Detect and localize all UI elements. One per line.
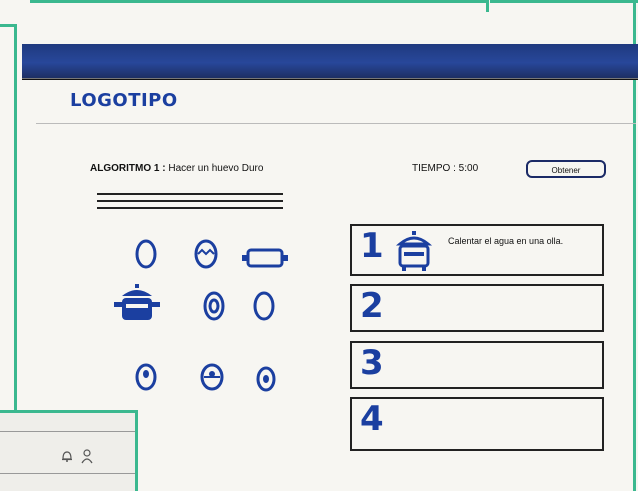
egg-icon[interactable] [132,237,160,269]
user-icon[interactable] [80,448,94,469]
algorithm-label: ALGORITMO 1 : [90,163,166,174]
step-number: 1 [360,226,384,266]
time-label: TIEMPO : 5:00 [412,163,479,174]
header-divider [22,78,638,79]
frame-top-right [490,0,638,3]
step-number: 4 [360,399,384,439]
step-box-4[interactable]: 4 [350,397,604,451]
egg-outline-icon[interactable] [250,290,278,322]
sausage-icon[interactable] [240,246,292,270]
frame-tick [486,0,489,12]
step-text: Calentar el agua en una olla. [448,236,564,246]
text-line [97,193,283,195]
pot-icon [392,228,436,277]
logo[interactable]: LOGOTIPO [70,90,178,111]
egg-small-icon[interactable] [252,362,280,394]
frame-top [30,0,488,3]
pot-icon[interactable] [112,282,162,326]
egg-boiled-icon[interactable] [132,360,160,392]
bell-icon[interactable] [60,449,74,468]
egg-halved-icon[interactable] [198,360,226,392]
header-bar [22,44,638,80]
step-box-3[interactable]: 3 [350,341,604,389]
sketch-canvas: LOGOTIPO ALGORITMO 1 : Hacer un huevo Du… [0,0,638,491]
text-line [97,200,283,202]
overlay-panel [0,410,138,491]
egg-yolk-icon[interactable] [200,290,228,322]
step-box-1[interactable]: 1 Calentar el agua en una olla. [350,224,604,276]
step-box-2[interactable]: 2 [350,284,604,332]
text-line [97,207,283,209]
algorithm-title: Hacer un huevo Duro [168,163,264,174]
step-number: 2 [360,286,384,326]
logo-divider [36,123,636,124]
obtain-button[interactable]: Obtener [526,160,606,178]
panel-divider [0,473,135,474]
frame-corner [0,24,17,27]
panel-divider [0,431,135,432]
algorithm-heading: ALGORITMO 1 : Hacer un huevo Duro [90,163,263,174]
frame-left [14,24,17,414]
egg-cracked-icon[interactable] [192,237,220,269]
step-number: 3 [360,343,384,383]
